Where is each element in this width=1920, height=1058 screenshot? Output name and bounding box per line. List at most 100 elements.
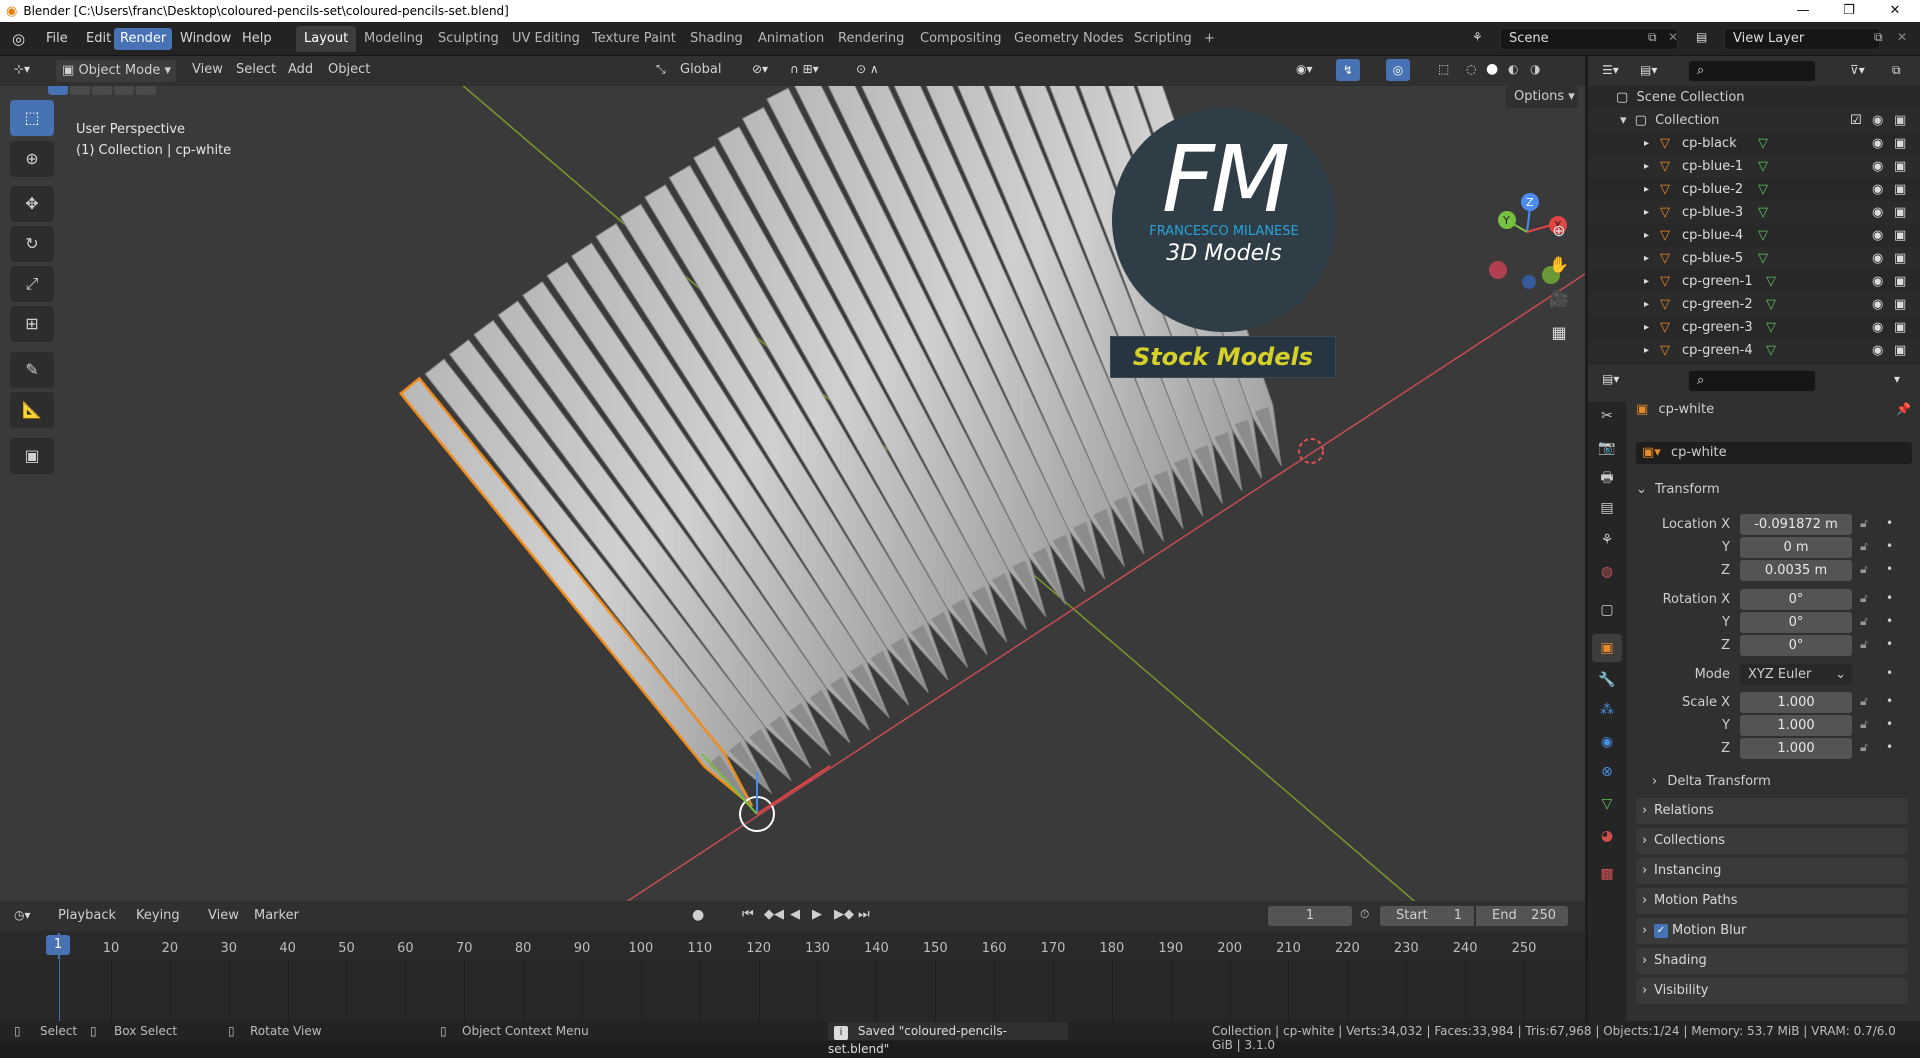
workspace-tab-compositing[interactable]: Compositing <box>912 26 1010 52</box>
visibility-eye-icon[interactable]: ◉ <box>1872 270 1883 293</box>
close-button[interactable]: ✕ <box>1872 0 1918 22</box>
constraints-tab-icon[interactable]: ⊗ <box>1592 758 1622 786</box>
options-dropdown[interactable]: Options ▾ <box>1506 86 1578 108</box>
filter-icon[interactable]: ⊽▾ <box>1850 63 1865 77</box>
cursor-tool-button[interactable]: ⊕ <box>10 141 54 177</box>
select-subtract-icon[interactable] <box>92 86 112 95</box>
menu-help[interactable]: Help <box>236 28 278 50</box>
visibility-eye-icon[interactable]: ◉ <box>1872 178 1883 201</box>
workspace-tab-layout[interactable]: Layout <box>296 26 357 52</box>
outliner-editor-icon[interactable]: ☰▾ <box>1602 63 1619 77</box>
workspace-tab-uv-editing[interactable]: UV Editing <box>504 26 588 52</box>
outliner-search[interactable]: ⌕ <box>1688 60 1816 82</box>
mesh-data-icon[interactable]: ▽ <box>1758 224 1768 247</box>
menu-edit[interactable]: Edit <box>80 28 117 50</box>
mesh-data-icon[interactable]: ▽ <box>1766 270 1776 293</box>
workspace-tab-texture-paint[interactable]: Texture Paint <box>584 26 684 52</box>
render-camera-icon[interactable]: ▣ <box>1894 247 1906 270</box>
menu-render[interactable]: Render <box>114 28 173 50</box>
ortho-grid-icon[interactable]: ▦ <box>1544 318 1574 348</box>
add-menu[interactable]: Add <box>288 62 313 77</box>
render-camera-icon[interactable]: ▣ <box>1894 224 1906 247</box>
overlay-toggle-icon[interactable]: ◎ <box>1386 59 1410 81</box>
workspace-tab-rendering[interactable]: Rendering <box>830 26 912 52</box>
panel-instancing[interactable]: › Instancing <box>1636 858 1908 884</box>
properties-search[interactable]: ⌕ <box>1688 370 1816 392</box>
visibility-eye-icon[interactable]: ◉ <box>1872 224 1883 247</box>
pan-hand-icon[interactable]: ✋ <box>1544 250 1574 280</box>
modifier-tab-icon[interactable]: 🔧 <box>1592 666 1622 694</box>
world-tab-icon[interactable]: ◍ <box>1592 558 1622 586</box>
mesh-data-icon[interactable]: ▽ <box>1758 178 1768 201</box>
outliner-root-row[interactable]: ▢ Scene Collection <box>1588 86 1920 109</box>
keying-menu[interactable]: Keying <box>136 908 180 923</box>
scale-z-field[interactable]: 1.000 <box>1740 738 1852 759</box>
view-layer-selector[interactable]: View Layer <box>1724 28 1880 50</box>
render-tab-icon[interactable]: 📷 <box>1592 434 1622 462</box>
mode-selector[interactable]: ▣ Object Mode ▾ <box>56 60 176 82</box>
new-scene-icon[interactable]: ⧉ <box>1648 30 1657 45</box>
properties-options-icon[interactable]: ▾ <box>1894 372 1900 386</box>
object-datablock-field[interactable]: ▣▾ cp-white <box>1636 442 1912 464</box>
3d-cursor[interactable] <box>1298 438 1324 464</box>
view-menu[interactable]: View <box>192 62 223 77</box>
keyframe-dot-icon[interactable]: • <box>1886 591 1893 605</box>
lock-icon[interactable]: 🔓︎ <box>1860 694 1868 709</box>
shading-solid-icon[interactable]: ● <box>1486 61 1498 77</box>
rotation-y-field[interactable]: 0° <box>1740 612 1852 633</box>
new-collection-icon[interactable]: ⧉ <box>1892 63 1901 78</box>
render-camera-icon[interactable]: ▣ <box>1894 293 1906 316</box>
add-cube-tool-button[interactable]: ▣ <box>10 438 54 474</box>
move-tool-button[interactable]: ✥ <box>10 186 54 222</box>
measure-tool-button[interactable]: 📐 <box>10 392 54 428</box>
expand-icon[interactable]: ▸ <box>1644 224 1649 247</box>
collection-eye-icon[interactable]: ◉ <box>1872 109 1883 132</box>
properties-editor-icon[interactable]: ▤▾ <box>1602 372 1619 386</box>
rotate-tool-button[interactable]: ↻ <box>10 226 54 262</box>
outliner-object-row[interactable]: ▸ ▽ cp-green-1 ▽ ◉ ▣ <box>1588 270 1920 293</box>
select-menu[interactable]: Select <box>236 62 276 77</box>
visibility-icon[interactable]: ◉▾ <box>1296 62 1313 76</box>
panel-motion-paths[interactable]: › Motion Paths <box>1636 888 1908 914</box>
expand-icon[interactable]: ▸ <box>1644 339 1649 362</box>
transform-panel-header[interactable]: ⌄ Transform <box>1636 478 1720 502</box>
render-camera-icon[interactable]: ▣ <box>1894 339 1906 362</box>
outliner-object-row[interactable]: ▸ ▽ cp-black ▽ ◉ ▣ <box>1588 132 1920 155</box>
visibility-eye-icon[interactable]: ◉ <box>1872 132 1883 155</box>
keyframe-dot-icon[interactable]: • <box>1886 562 1893 576</box>
prev-keyframe-icon[interactable]: ◆◀ <box>764 907 784 922</box>
expand-icon[interactable]: ▸ <box>1644 247 1649 270</box>
end-frame-field[interactable]: End 250 <box>1476 906 1568 926</box>
panel-visibility[interactable]: › Visibility <box>1636 978 1908 1004</box>
lock-icon[interactable]: 🔓︎ <box>1860 539 1868 554</box>
mesh-data-icon[interactable]: ▽ <box>1758 201 1768 224</box>
3d-viewport[interactable]: Z X Y ⬚ ⊕ ✥ ↻ ⤢ ⊞ ✎ 📐 ▣ User Perspective… <box>0 86 1585 901</box>
lock-icon[interactable]: 🔓︎ <box>1860 717 1868 732</box>
lock-icon[interactable]: 🔓︎ <box>1860 591 1868 606</box>
visibility-eye-icon[interactable]: ◉ <box>1872 155 1883 178</box>
object-menu[interactable]: Object <box>328 62 370 77</box>
jump-end-icon[interactable]: ⏭ <box>858 907 870 922</box>
scale-x-field[interactable]: 1.000 <box>1740 692 1852 713</box>
select-new-icon[interactable] <box>48 86 68 95</box>
workspace-tab-animation[interactable]: Animation <box>750 26 832 52</box>
render-camera-icon[interactable]: ▣ <box>1894 155 1906 178</box>
mesh-data-icon[interactable]: ▽ <box>1758 247 1768 270</box>
keyframe-dot-icon[interactable]: • <box>1886 740 1893 754</box>
location-x-field[interactable]: -0.091872 m <box>1740 514 1852 535</box>
workspace-tab-scripting[interactable]: Scripting <box>1126 26 1200 52</box>
stopwatch-icon[interactable]: ⏱ <box>1360 907 1369 922</box>
material-tab-icon[interactable]: ◕ <box>1592 822 1622 850</box>
lock-icon[interactable]: 🔓︎ <box>1860 740 1868 755</box>
keyframe-dot-icon[interactable]: • <box>1886 516 1893 530</box>
physics-tab-icon[interactable]: ◉ <box>1592 728 1622 756</box>
transform-tool-button[interactable]: ⊞ <box>10 306 54 342</box>
scene-tab-icon[interactable]: ⚘ <box>1592 526 1622 554</box>
outliner-object-row[interactable]: ▸ ▽ cp-blue-5 ▽ ◉ ▣ <box>1588 247 1920 270</box>
collection-render-icon[interactable]: ▣ <box>1894 109 1906 132</box>
collection-expand-icon[interactable]: ▾ <box>1620 113 1627 128</box>
visibility-eye-icon[interactable]: ◉ <box>1872 339 1883 362</box>
output-tab-icon[interactable]: 🖶 <box>1592 464 1622 492</box>
playhead-frame-badge[interactable]: 1 <box>46 935 70 955</box>
data-tab-icon[interactable]: ▽ <box>1592 790 1622 818</box>
